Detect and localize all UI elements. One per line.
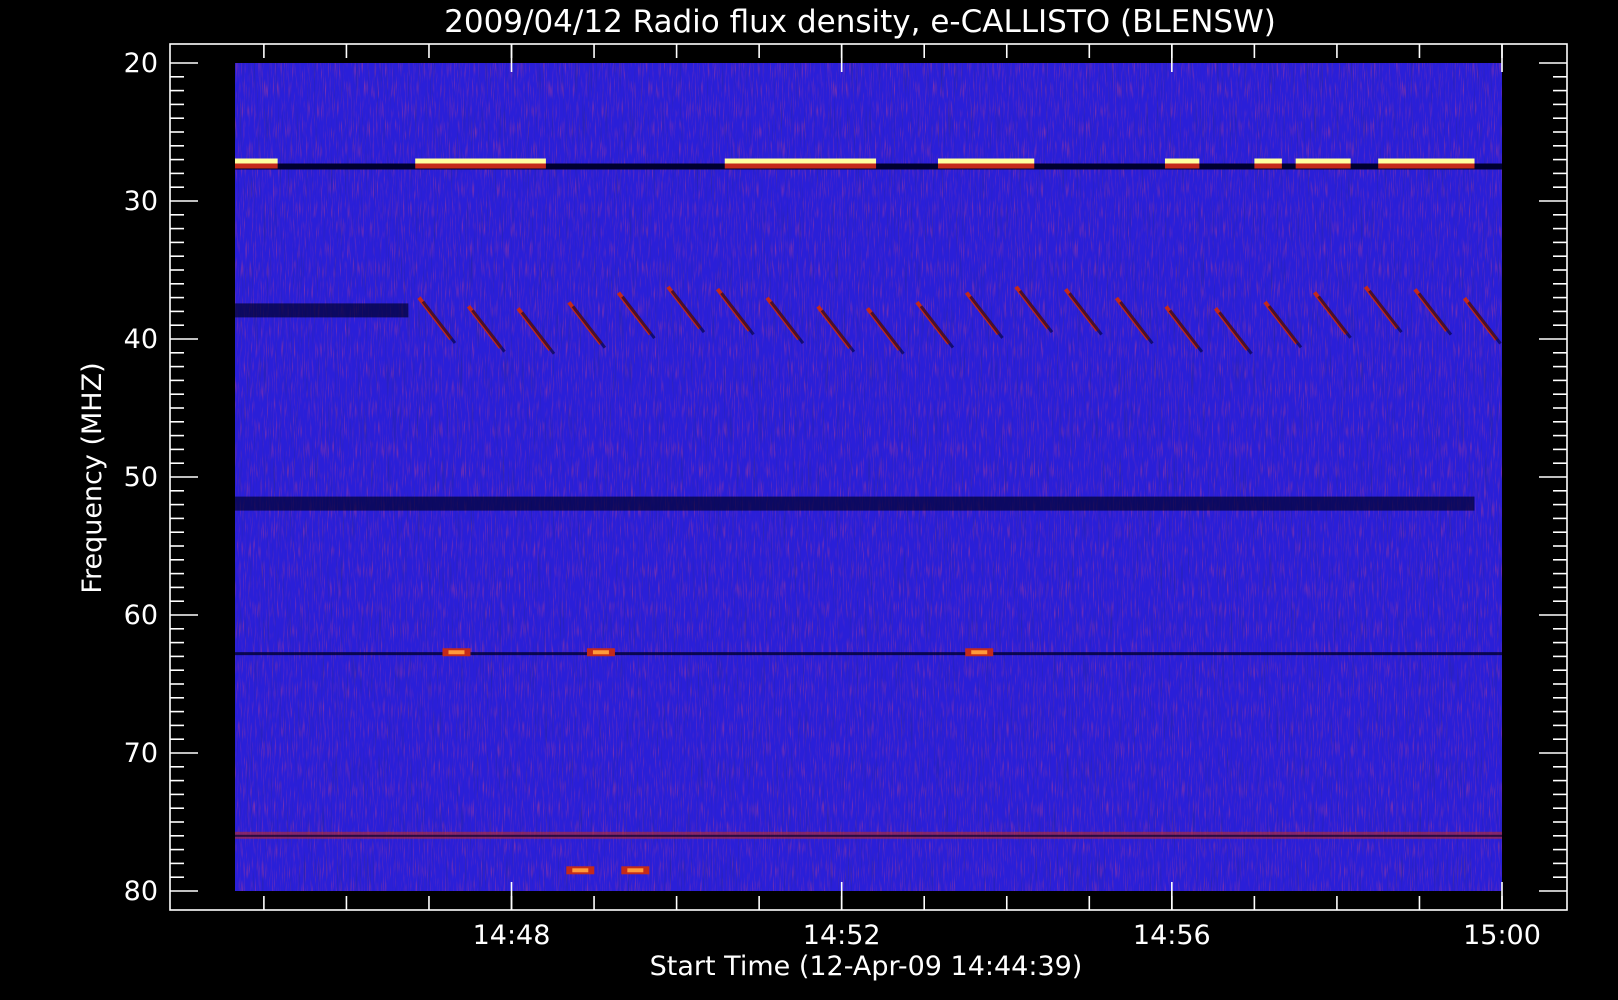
- rfi-segment-hot: [1295, 158, 1351, 164]
- burst-spot-core: [572, 868, 589, 873]
- rfi-segment: [1378, 163, 1475, 169]
- y-tick-label: 60: [124, 600, 158, 631]
- dark-band: [235, 496, 1475, 511]
- rfi-segment: [937, 163, 1035, 169]
- burst-spot-core: [971, 650, 988, 655]
- rfi-segment: [724, 163, 877, 169]
- y-tick-label: 50: [124, 462, 158, 493]
- rfi-segment-hot: [1254, 158, 1282, 164]
- rfi-segment: [235, 163, 278, 169]
- y-tick-label: 40: [124, 324, 158, 355]
- x-axis-label: Start Time (12-Apr-09 14:44:39): [650, 951, 1083, 982]
- x-tick-label: 14:56: [1133, 920, 1211, 951]
- rfi-segment: [1254, 163, 1282, 169]
- spectrogram-noise-dark: [235, 63, 1502, 891]
- rfi-segment-hot: [724, 158, 877, 164]
- spectrogram-chart: 2009/04/12 Radio flux density, e-CALLIST…: [77, 4, 1568, 982]
- burst-spot-core: [627, 868, 644, 873]
- weak-rfi-band-dark: [235, 834, 1502, 837]
- spectrogram-image: [235, 63, 1502, 891]
- rfi-segment: [1164, 163, 1200, 169]
- x-tick-label: 15:00: [1463, 920, 1541, 951]
- chart-title: 2009/04/12 Radio flux density, e-CALLIST…: [444, 4, 1276, 40]
- burst-spot-core: [448, 650, 465, 655]
- y-tick-label: 20: [124, 48, 158, 79]
- rfi-segment-hot: [415, 158, 546, 164]
- dark-line: [235, 652, 1502, 656]
- dark-band: [235, 303, 409, 318]
- rfi-segment-hot: [235, 158, 278, 164]
- rfi-segment-hot: [937, 158, 1035, 164]
- x-tick-label: 14:48: [473, 920, 551, 951]
- burst-spot-core: [592, 650, 609, 655]
- y-axis-label: Frequency (MHZ): [77, 362, 108, 593]
- rfi-segment: [415, 163, 546, 169]
- x-tick-label: 14:52: [803, 920, 881, 951]
- y-tick-label: 70: [124, 738, 158, 769]
- y-tick-label: 30: [124, 186, 158, 217]
- y-tick-label: 80: [124, 876, 158, 907]
- rfi-segment: [1295, 163, 1351, 169]
- rfi-segment-hot: [1378, 158, 1475, 164]
- rfi-segment-hot: [1164, 158, 1200, 164]
